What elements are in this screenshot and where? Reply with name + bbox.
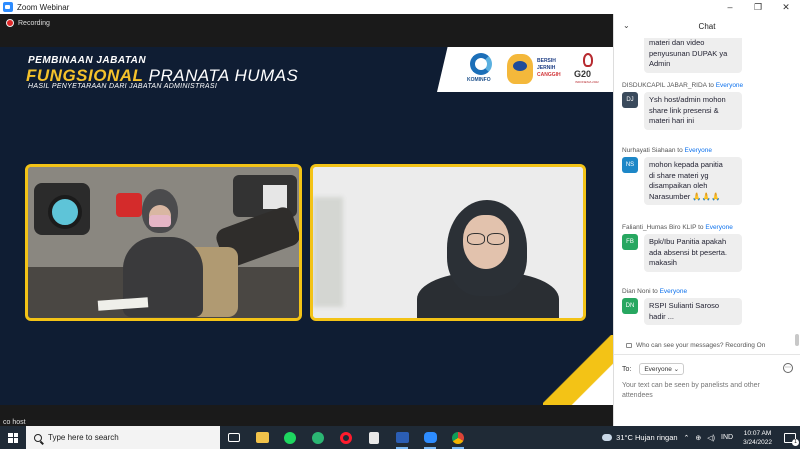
- chat-message: Dian Noni to Everyone DN RSPI Sulianti S…: [622, 288, 794, 326]
- message-sender: Nurhayati Siahaan to Everyone: [622, 147, 712, 154]
- zoom-button[interactable]: [416, 426, 444, 449]
- bersih-jernih-canggih-logo: BERSIH JERNIH CANGGIH: [537, 58, 561, 78]
- chat-panel: ⌄ Chat materi dan video penyusunan DUPAK…: [613, 14, 800, 426]
- clock[interactable]: 10:07 AM 3/24/2022: [743, 429, 772, 447]
- volume-icon[interactable]: ◁): [707, 434, 715, 442]
- opera-button[interactable]: [332, 426, 360, 449]
- weather-widget[interactable]: 31°C Hujan ringan: [602, 433, 678, 442]
- chat-message: materi dan video penyusunan DUPAK ya Adm…: [622, 38, 794, 73]
- task-view-button[interactable]: [220, 426, 248, 449]
- chat-composer: To: Everyone ⌄ ⋯: [614, 354, 800, 426]
- chat-message: Nurhayati Siahaan to Everyone NS mohon k…: [622, 147, 794, 206]
- message-bubble: Bpk/Ibu Panitia apakah ada absensi bt pe…: [644, 234, 742, 272]
- cohost-label: co host: [3, 419, 26, 426]
- recording-label: Recording: [18, 19, 50, 27]
- document-icon: [369, 431, 379, 444]
- avatar: NS: [622, 157, 638, 173]
- chrome-button[interactable]: [444, 426, 472, 449]
- chat-message: DISDUKCAPIL JABAR_RIDA to Everyone DJ Ys…: [622, 82, 794, 130]
- window-titlebar: Zoom Webinar – ❐ ✕: [0, 0, 800, 14]
- message-sender: Dian Noni to Everyone: [622, 288, 688, 295]
- windows-taskbar: Type here to search 31°C Hujan ringan ⌃ …: [0, 426, 800, 449]
- message-bubble: materi dan video penyusunan DUPAK ya Adm…: [644, 38, 742, 73]
- speaker-video-tile: [25, 164, 302, 321]
- edge-button[interactable]: [304, 426, 332, 449]
- folder-icon: [255, 432, 269, 443]
- message-sender: Falianti_Humas Biro KLIP to Everyone: [622, 224, 733, 231]
- network-icon[interactable]: ⊕: [695, 434, 701, 442]
- notepad-button[interactable]: [360, 426, 388, 449]
- video-stage: Recording PEMBINAAN JABATAN FUNGSIONAL P…: [0, 14, 613, 426]
- chrome-icon: [452, 431, 464, 444]
- word-icon: [395, 432, 409, 443]
- message-bubble: mohon kepada panitia di share materi yg …: [644, 157, 742, 206]
- notification-badge: 1: [792, 438, 799, 446]
- to-label: To:: [622, 365, 632, 373]
- close-button[interactable]: ✕: [772, 0, 800, 14]
- avatar: DN: [622, 298, 638, 314]
- recording-indicator[interactable]: Recording: [6, 19, 50, 27]
- participant-video-tile: [310, 164, 586, 321]
- notification-icon[interactable]: 1: [784, 432, 799, 446]
- lock-icon: [626, 343, 632, 348]
- windows-logo-icon: [8, 432, 18, 443]
- system-tray: 31°C Hujan ringan ⌃ ⊕ ◁) IND 10:07 AM 3/…: [602, 426, 800, 449]
- message-bubble: Ysh host/admin mohon share link presensi…: [644, 92, 742, 130]
- zoom-icon: [423, 432, 437, 443]
- chat-message-list[interactable]: materi dan video penyusunan DUPAK ya Adm…: [614, 38, 796, 340]
- avatar: FB: [622, 234, 638, 250]
- recipient-select[interactable]: Everyone ⌄: [639, 363, 685, 375]
- g20-logo: G20 INDONESIA 2022: [573, 53, 605, 87]
- chevron-down-icon[interactable]: ⌄: [623, 21, 630, 30]
- zoom-app-icon: [3, 2, 13, 12]
- logo-strip: KOMINFO BERSIH JERNIH CANGGIH G20 INDONE…: [437, 47, 613, 92]
- maximize-button[interactable]: ❐: [744, 0, 772, 14]
- mascot-logo: [507, 54, 533, 84]
- slide-heading-line1: PEMBINAAN JABATAN: [28, 55, 147, 66]
- more-options-icon[interactable]: ⋯: [783, 363, 793, 373]
- search-icon: [34, 433, 42, 442]
- up-arrow-icon[interactable]: ⌃: [684, 434, 690, 442]
- chat-header: ⌄ Chat: [614, 14, 800, 38]
- opera-icon: [340, 431, 352, 444]
- input-language[interactable]: IND: [721, 434, 733, 441]
- chat-message: Falianti_Humas Biro KLIP to Everyone FB …: [622, 224, 794, 272]
- privacy-notice[interactable]: Who can see your messages? Recording On: [614, 340, 800, 352]
- taskbar-search[interactable]: Type here to search: [26, 426, 220, 449]
- edge-icon: [312, 431, 324, 444]
- spotify-icon: [284, 431, 296, 444]
- word-button[interactable]: [388, 426, 416, 449]
- avatar: DJ: [622, 92, 638, 108]
- start-button[interactable]: [0, 426, 26, 449]
- slide-corner-stripe: [543, 335, 613, 405]
- slide-subheading: HASIL PENYETARAAN DARI JABATAN ADMINISTR…: [28, 83, 218, 90]
- shared-slide: PEMBINAAN JABATAN FUNGSIONAL PRANATA HUM…: [0, 47, 613, 405]
- minimize-button[interactable]: –: [716, 0, 744, 14]
- chat-title: Chat: [698, 21, 716, 31]
- message-sender: DISDUKCAPIL JABAR_RIDA to Everyone: [622, 82, 744, 89]
- window-title: Zoom Webinar: [17, 2, 70, 12]
- file-explorer-button[interactable]: [248, 426, 276, 449]
- record-dot-icon: [6, 19, 14, 27]
- rain-icon: [602, 434, 613, 441]
- chat-input[interactable]: [622, 381, 792, 411]
- task-view-icon: [228, 433, 240, 442]
- spotify-button[interactable]: [276, 426, 304, 449]
- message-bubble: RSPI Sulianti Saroso hadir ...: [644, 298, 742, 326]
- search-placeholder: Type here to search: [48, 433, 119, 442]
- kominfo-logo: KOMINFO: [467, 53, 495, 83]
